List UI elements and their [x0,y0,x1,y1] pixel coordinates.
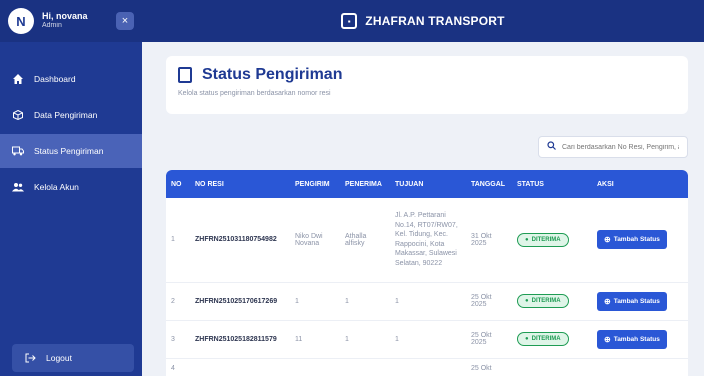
sidebar-item-kelola-akun[interactable]: Kelola Akun [0,170,142,204]
check-circle-icon: ● [525,336,529,342]
home-icon [10,74,26,84]
cell-pengirim: 11 [290,320,340,359]
cell-no: 2 [166,282,190,321]
cell-no: 3 [166,320,190,359]
cell-tanggal: 25 Okt [466,358,512,376]
cell-penerima: Athalla alfisky [340,198,390,283]
sidebar-header: N Hi, novana Admin × [0,0,142,42]
status-text: DITERIMA [531,336,561,342]
cell-status: ● DITERIMA [512,282,592,321]
cell-pengirim: Niko Dwi Novana [290,198,340,283]
cell-penerima: 1 [340,282,390,321]
col-aksi: AKSI [592,170,688,198]
cell-tanggal: 25 Okt 2025 [466,320,512,359]
cell-aksi: ⊕ Tambah Status [592,282,688,321]
sidebar-item-label: Status Pengiriman [34,146,104,156]
sidebar: N Hi, novana Admin × Dashboard Data Peng… [0,0,142,376]
avatar: N [8,8,34,34]
cell-resi: ZHFRN251025170617269 [190,282,290,321]
sidebar-item-status-pengiriman[interactable]: Status Pengiriman [0,134,142,168]
plus-circle-icon: ⊕ [604,296,611,306]
table-row: 2 ZHFRN251025170617269 1 1 1 25 Okt 2025… [166,282,688,321]
cell-tujuan: 1 [390,320,466,359]
col-tujuan: TUJUAN [390,170,466,198]
page-subtitle: Kelola status pengiriman berdasarkan nom… [178,90,331,97]
cell-status: ● DITERIMA [512,320,592,359]
sidebar-item-label: Data Pengiriman [34,110,98,120]
status-badge: ● DITERIMA [517,332,569,346]
col-penerima: PENERIMA [340,170,390,198]
cell-status: ● DITERIMA [512,198,592,283]
user-info: Hi, novana Admin [42,11,116,30]
cell-no: 4 [166,358,190,376]
search-box [538,136,688,158]
page-title: Status Pengiriman [178,66,676,84]
cell-tanggal: 31 Okt 2025 [466,198,512,283]
cell-aksi [592,358,688,376]
cell-resi [190,358,290,376]
check-circle-icon: ● [525,298,529,304]
close-sidebar-button[interactable]: × [116,12,134,30]
cell-pengirim [290,358,340,376]
cell-status [512,358,592,376]
cell-tanggal: 25 Okt 2025 [466,282,512,321]
page-header-card: Status Pengiriman Kelola status pengirim… [166,56,688,114]
sidebar-item-data-pengiriman[interactable]: Data Pengiriman [0,98,142,132]
col-status: STATUS [512,170,592,198]
table-row: 1 ZHFRN251031180754982 Niko Dwi Novana A… [166,198,688,283]
cell-resi: ZHFRN251025182811579 [190,320,290,359]
cell-tujuan: Jl. A.P. Pettarani No.14, RT07/RW07, Kel… [390,198,466,283]
sidebar-item-dashboard[interactable]: Dashboard [0,62,142,96]
cell-pengirim: 1 [290,282,340,321]
col-pengirim: PENGIRIM [290,170,340,198]
sidebar-item-label: Kelola Akun [34,182,79,192]
topbar: ▪ ZHAFRAN TRANSPORT [142,0,704,42]
logout-icon [22,353,38,363]
cell-aksi: ⊕ Tambah Status [592,198,688,283]
cell-tujuan: 1 [390,282,466,321]
user-name: Hi, novana [42,11,88,22]
tambah-status-button[interactable]: ⊕ Tambah Status [597,230,667,250]
brand-name: ZHAFRAN TRANSPORT [365,14,505,28]
tambah-status-label: Tambah Status [613,335,660,343]
close-icon: × [121,15,129,27]
plus-circle-icon: ⊕ [604,235,611,245]
user-role: Admin [42,22,62,30]
logout-label: Logout [46,353,72,363]
sidebar-item-label: Dashboard [34,74,76,84]
shipment-table: NO NO RESI PENGIRIM PENERIMA TUJUAN TANG… [166,170,688,376]
search-input[interactable] [562,143,679,151]
cell-tujuan [390,358,466,376]
col-tanggal: TANGGAL [466,170,512,198]
cell-aksi: ⊕ Tambah Status [592,320,688,359]
table-row: 3 ZHFRN251025182811579 11 1 1 25 Okt 202… [166,320,688,359]
cell-resi: ZHFRN251031180754982 [190,198,290,283]
status-text: DITERIMA [531,298,561,304]
status-badge: ● DITERIMA [517,294,569,308]
cell-penerima: 1 [340,320,390,359]
page-title-text: Status Pengiriman [202,66,343,83]
sidebar-nav: Dashboard Data Pengiriman Status Pengiri… [0,62,142,204]
truck-logo-icon: ▪ [341,13,358,29]
clipboard-icon [178,67,192,83]
status-text: DITERIMA [531,236,561,243]
tambah-status-label: Tambah Status [613,236,660,244]
plus-circle-icon: ⊕ [604,334,611,344]
col-no: NO [166,170,190,198]
cell-penerima [340,358,390,376]
search-icon [547,141,556,153]
logout-button[interactable]: Logout [12,344,134,372]
status-badge: ● DITERIMA [517,232,569,247]
tambah-status-button[interactable]: ⊕ Tambah Status [597,291,667,311]
check-circle-icon: ● [525,236,529,243]
col-no-resi: NO RESI [190,170,290,198]
box-icon [10,110,26,120]
tambah-status-button[interactable]: ⊕ Tambah Status [597,329,667,349]
users-icon [10,182,26,192]
tambah-status-label: Tambah Status [613,297,660,305]
table-row: 4 25 Okt [166,358,688,376]
table-header-row: NO NO RESI PENGIRIM PENERIMA TUJUAN TANG… [166,170,688,198]
truck-icon [10,146,26,156]
cell-no: 1 [166,198,190,283]
